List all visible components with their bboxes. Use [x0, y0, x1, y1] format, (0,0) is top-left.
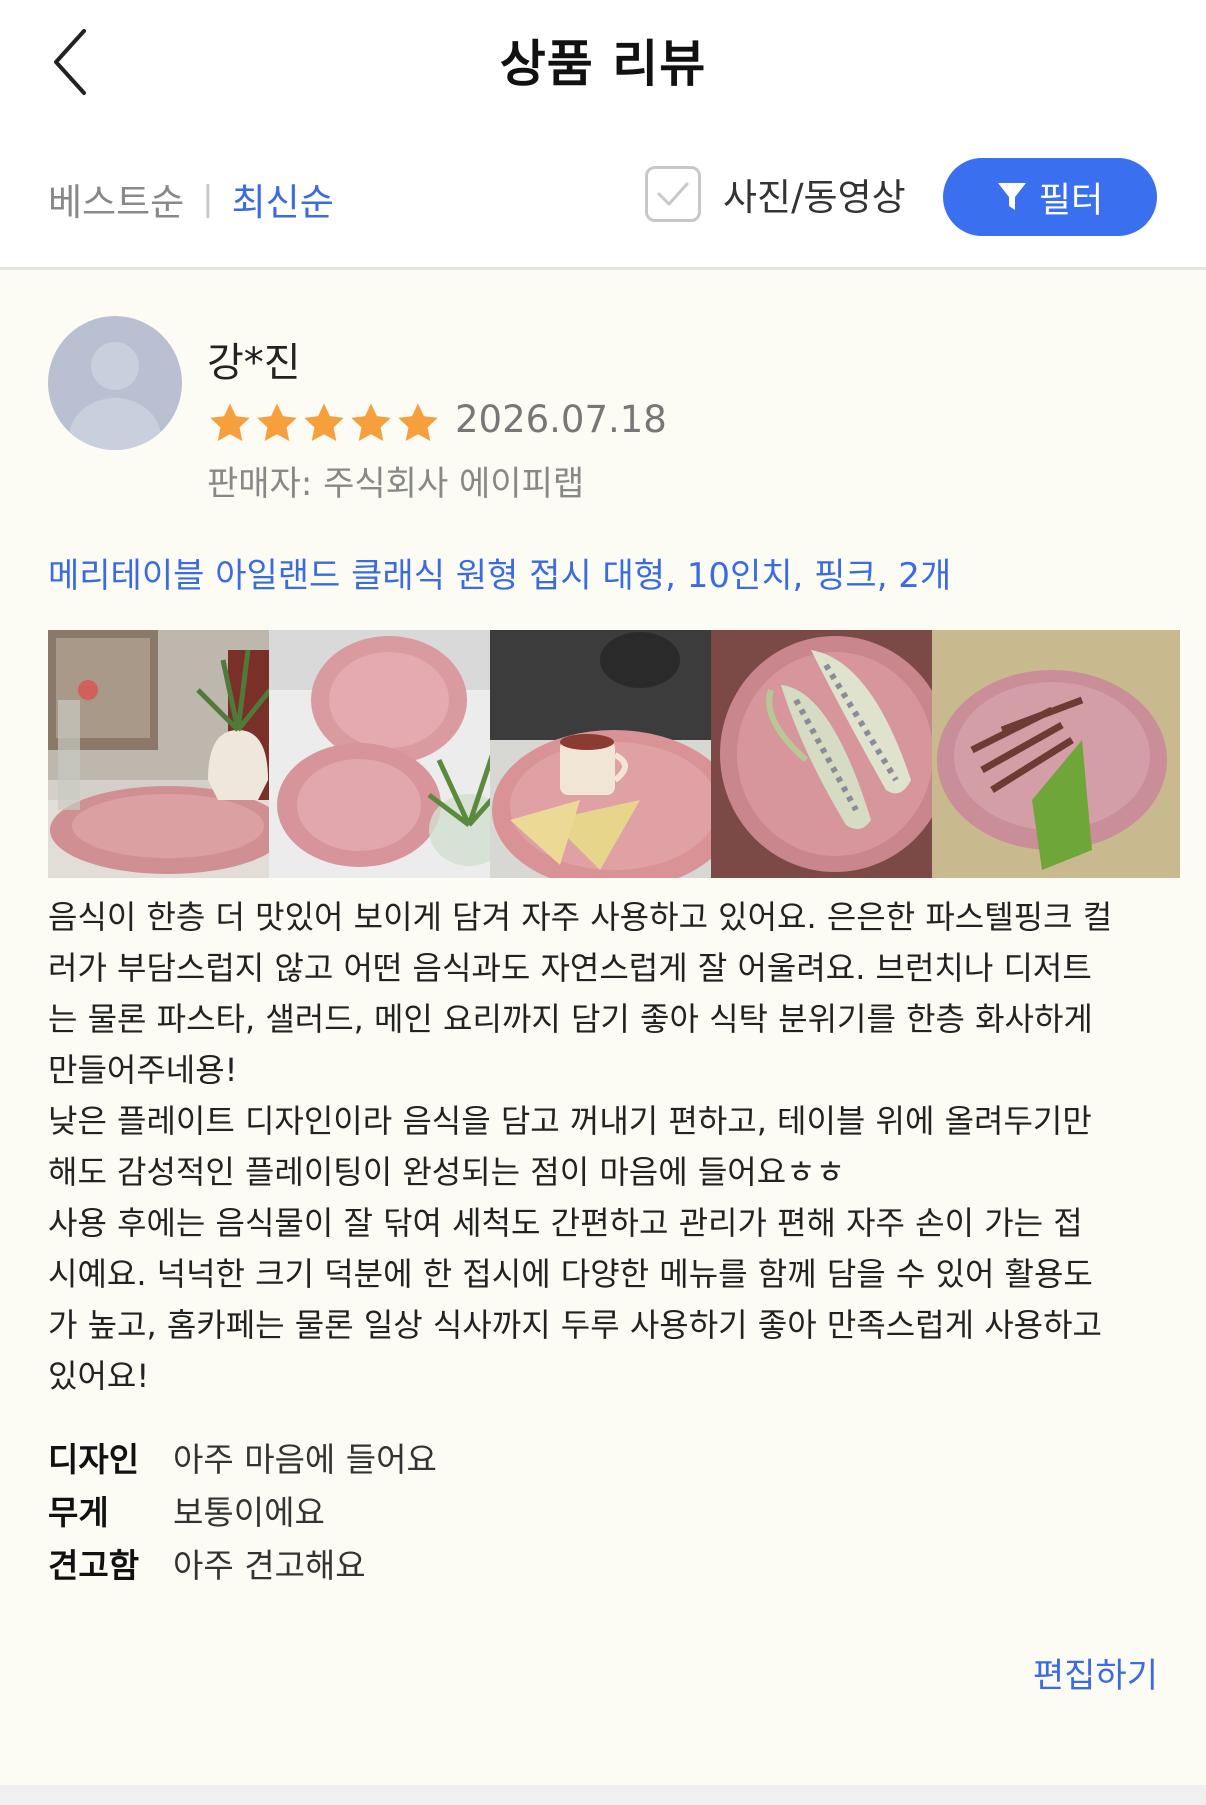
photo-video-filter[interactable]: 사진/동영상 [645, 166, 906, 222]
review-photo-2[interactable] [269, 630, 517, 878]
divider [0, 1785, 1206, 1805]
seller-name: 판매자: 주식회사 에이피랩 [207, 464, 585, 504]
sort-best-button[interactable]: 베스트순 [48, 172, 184, 226]
review-text-line: 사용 후에는 음식물이 잘 닦여 세척도 간편하고 관리가 편해 자주 손이 가… [48, 1204, 1083, 1242]
filter-button[interactable]: 필터 [943, 158, 1157, 236]
plate-with-snack-photo [932, 630, 1180, 878]
rating-row: 디자인 아주 마음에 들어요 [48, 1430, 437, 1483]
star-icon [398, 403, 438, 442]
sort-options: 베스트순 | 최신순 [48, 172, 334, 226]
edit-button[interactable]: 편집하기 [1033, 1648, 1158, 1697]
review-text-line: 시예요. 넉넉한 크기 덕분에 한 접시에 다양한 메뉴를 함께 담을 수 있어… [48, 1255, 1093, 1293]
review-photo-1[interactable] [48, 630, 296, 878]
review-text-line: 가 높고, 홈카페는 물론 일상 식사까지 두루 사용하기 좋아 만족스럽게 사… [48, 1306, 1102, 1344]
check-icon [657, 182, 689, 206]
rating-row: 견고함 아주 견고해요 [48, 1536, 437, 1589]
star-icon [210, 403, 250, 442]
photo-video-label: 사진/동영상 [723, 176, 906, 219]
filter-label: 필터 [1038, 180, 1104, 221]
rating-label: 견고함 [48, 1545, 140, 1585]
rating-value: 아주 견고해요 [173, 1545, 366, 1585]
plate-with-corn-photo [711, 630, 959, 878]
product-option: 메리테이블 아일랜드 클래식 원형 접시 대형, 10인치, 핑크, 2개 [48, 556, 952, 596]
star-rating [207, 400, 442, 446]
review-photo-4[interactable] [711, 630, 959, 878]
user-placeholder-icon [69, 342, 161, 450]
rating-row: 무게 보통이에요 [48, 1483, 437, 1536]
review-toolbar: 베스트순 | 최신순 사진/동영상 필터 [0, 128, 1206, 270]
review-date: 2026.07.18 [455, 398, 667, 441]
page-title: 상품 리뷰 [499, 35, 707, 93]
review-text-line: 만들어주네용! [48, 1051, 238, 1089]
review-text-line: 있어요! [48, 1357, 150, 1395]
review-text-line: 러가 부담스럽지 않고 어떤 음식과도 자연스럽게 잘 어울려요. 브런치나 디… [48, 949, 1092, 987]
rating-value: 보통이에요 [173, 1492, 325, 1532]
star-icon [257, 403, 297, 442]
top-bar: 상품 리뷰 [0, 0, 1206, 128]
funnel-icon [997, 181, 1027, 213]
pink-plate-with-plant-photo [48, 630, 296, 878]
rating-label: 무게 [48, 1492, 109, 1532]
attribute-ratings: 디자인 아주 마음에 들어요무게 보통이에요견고함 아주 견고해요 [48, 1430, 437, 1589]
review-text-line: 는 물론 파스타, 샐러드, 메인 요리까지 담기 좋아 식탁 분위기를 한층 … [48, 1000, 1093, 1038]
sort-separator: | [202, 179, 214, 219]
reviewer-name: 강*진 [207, 340, 301, 386]
avatar [48, 316, 182, 450]
photo-video-checkbox[interactable] [645, 166, 701, 222]
review-photo-5[interactable] [932, 630, 1180, 878]
review-text-line: 낮은 플레이트 디자인이라 음식을 담고 꺼내기 편하고, 테이블 위에 올려두… [48, 1102, 1092, 1140]
two-pink-plates-photo [269, 630, 517, 878]
rating-value: 아주 마음에 들어요 [173, 1439, 437, 1479]
rating-label: 디자인 [48, 1439, 140, 1479]
star-icon [304, 403, 344, 442]
sort-latest-button[interactable]: 최신순 [232, 172, 334, 226]
review-photos [48, 630, 1206, 878]
review-text: 음식이 한층 더 맛있어 보이게 담겨 자주 사용하고 있어요. 은은한 파스텔… [48, 892, 1168, 1402]
review-photo-3[interactable] [490, 630, 738, 878]
star-icon [351, 403, 391, 442]
review-text-line: 음식이 한층 더 맛있어 보이게 담겨 자주 사용하고 있어요. 은은한 파스텔… [48, 898, 1113, 936]
plate-with-omelette-and-tea-photo [490, 630, 738, 878]
review-text-line: 해도 감성적인 플레이팅이 완성되는 점이 마음에 들어요ㅎㅎ [48, 1153, 846, 1191]
